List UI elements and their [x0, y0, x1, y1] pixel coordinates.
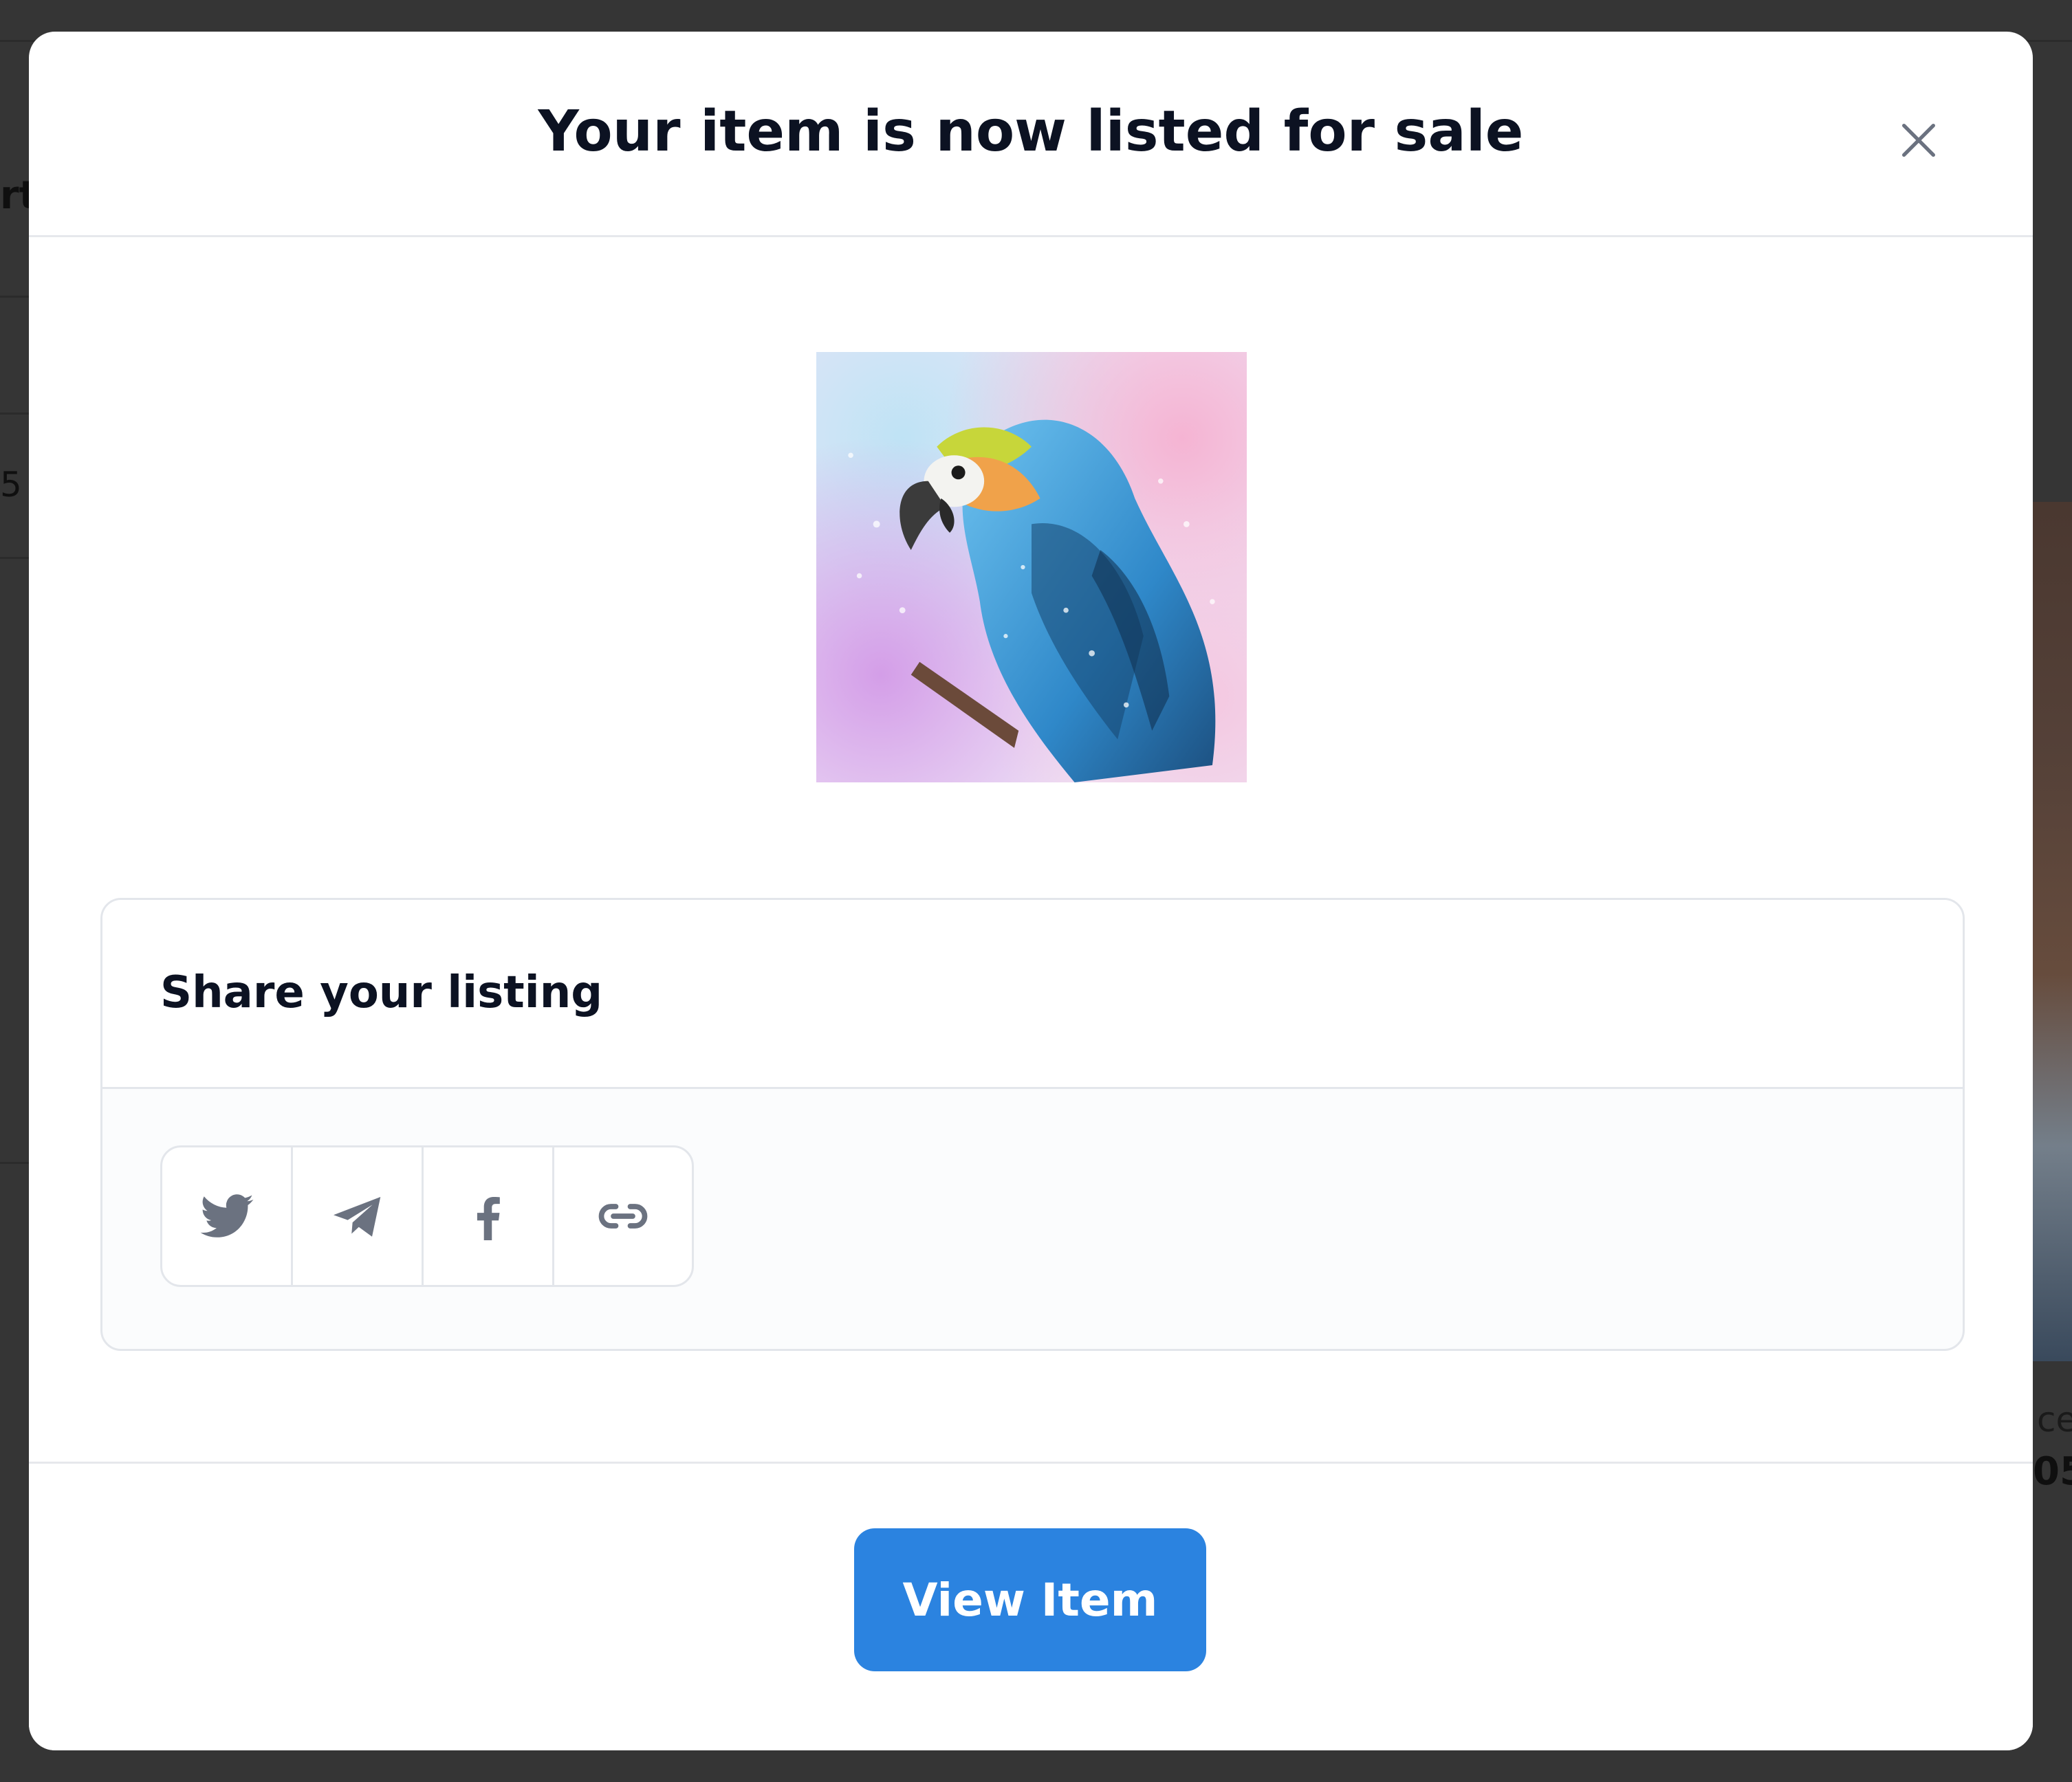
- link-icon: [598, 1204, 648, 1229]
- parrot-artwork: [816, 352, 1247, 782]
- background-text-fragment: ce: [2037, 1400, 2072, 1440]
- modal-header: Your item is now listed for sale: [29, 32, 2033, 237]
- modal-footer: View Item: [29, 1462, 2033, 1750]
- background-divider: [0, 412, 30, 415]
- background-text-fragment: 5: [0, 465, 22, 505]
- share-facebook-button[interactable]: [424, 1147, 554, 1285]
- share-title: Share your listing: [160, 967, 603, 1018]
- background-divider: [0, 296, 30, 298]
- view-item-button[interactable]: View Item: [854, 1528, 1206, 1671]
- share-twitter-button[interactable]: [162, 1147, 293, 1285]
- copy-link-button[interactable]: [554, 1147, 692, 1285]
- share-card-header: Share your listing: [102, 900, 1963, 1089]
- share-telegram-button[interactable]: [293, 1147, 424, 1285]
- background-text-fragment: 05: [2033, 1449, 2072, 1494]
- modal-title: Your item is now listed for sale: [538, 99, 1524, 164]
- background-divider: [0, 1162, 30, 1164]
- item-image: [816, 352, 1247, 782]
- close-icon: [1902, 124, 1935, 157]
- telegram-icon: [333, 1197, 380, 1237]
- share-button-group: [160, 1145, 694, 1287]
- close-button[interactable]: [1886, 107, 1952, 173]
- background-divider: [0, 557, 30, 559]
- facebook-icon: [477, 1197, 500, 1240]
- share-listing-card: Share your listing: [100, 898, 1965, 1351]
- listing-success-modal: Your item is now listed for sale Share y…: [29, 32, 2033, 1750]
- twitter-icon: [200, 1194, 253, 1238]
